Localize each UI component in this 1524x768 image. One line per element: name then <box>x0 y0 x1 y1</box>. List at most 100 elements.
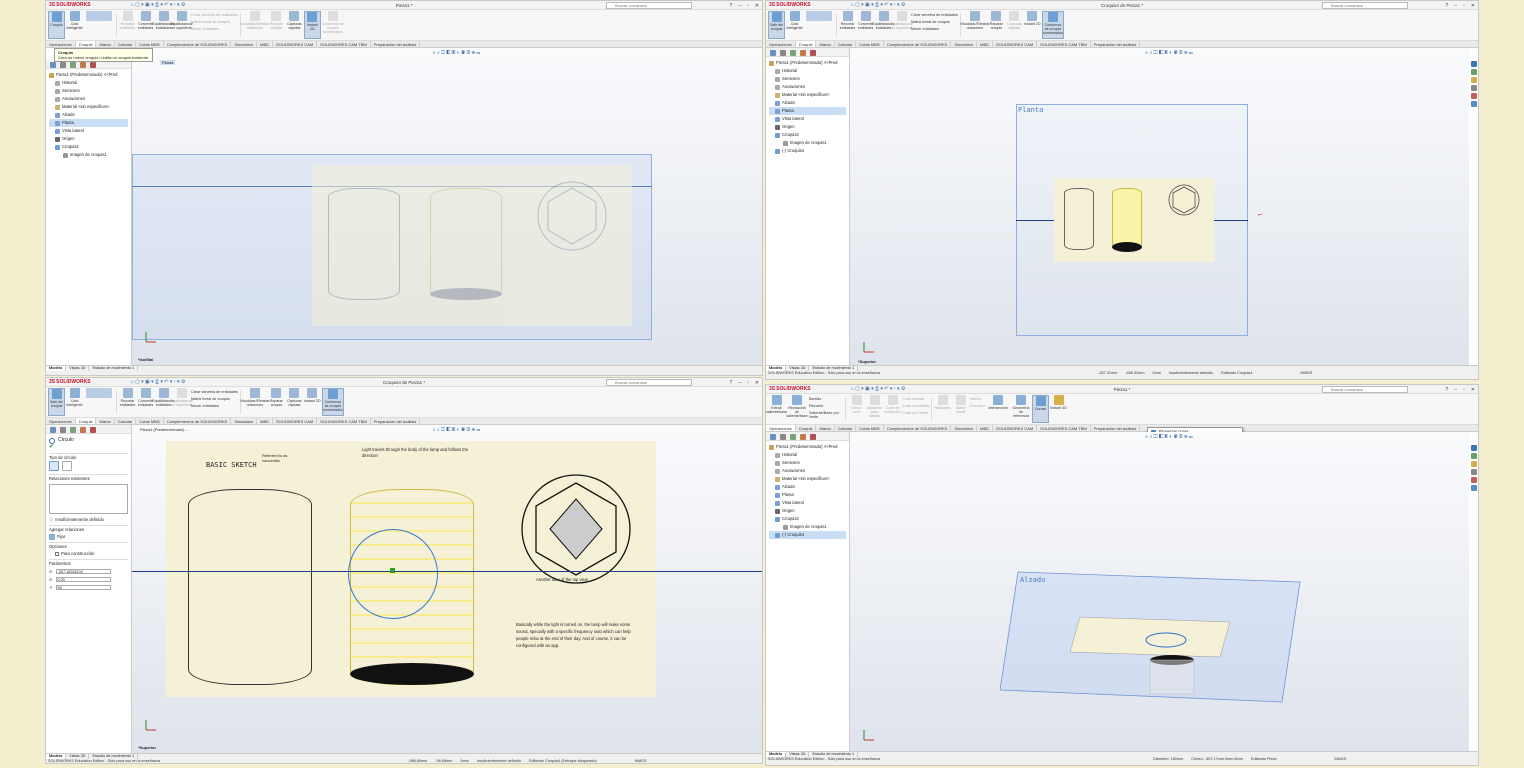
tab-simulation[interactable]: Simulation <box>951 425 978 431</box>
tab-vistas-3d[interactable]: Vistas 3D <box>66 366 90 371</box>
graphics-area[interactable]: Pieza1 (Predeterminado) ... ⌕ ⌕ ◫ ◧ ▣ ◐ … <box>132 425 762 753</box>
tab-modelo[interactable]: Modelo <box>46 366 67 371</box>
tab-cotas-mbd[interactable]: Cotas MBD <box>136 41 164 47</box>
tree-item-alzado[interactable]: Alzado <box>49 111 128 119</box>
center-y-input[interactable]: 0.00 <box>55 577 111 582</box>
tree-item-sketch[interactable]: Croquis3 <box>769 515 846 523</box>
tree-item-annotations[interactable]: Anotaciones <box>49 95 128 103</box>
quick-access-toolbar[interactable]: ⌂ ▢ ▾ ▣ ▾ ⎙ ▾ ↶ ▾ ▫ ▾ ⚙ <box>131 379 186 385</box>
units-button[interactable]: MMGS <box>1335 757 1347 762</box>
quick-snaps-button[interactable]: Capturas rápidas <box>1006 11 1023 39</box>
tab-cotas-mbd[interactable]: Cotas MBD <box>856 425 884 431</box>
relations-list[interactable] <box>49 484 128 514</box>
tab-marca[interactable]: Marca <box>816 425 835 431</box>
graphics-area[interactable]: ⌕ ⌕ ◫ ◧ ▣ ◐ ◉ ◍ ⊕ ▭ Alzado <box>850 432 1469 751</box>
solidworks-logo[interactable]: 3SSOLIDWORKS <box>46 2 91 8</box>
graphics-area[interactable]: ⌕ ⌕ ◫ ◧ ▣ ◐ ◉ ◍ ⊕ ▭ Planta *Isofilial <box>132 48 762 365</box>
relations-button[interactable]: Visualizar/Eliminar relaciones <box>240 11 270 39</box>
tree-item-sensors[interactable]: Sensores <box>769 75 846 83</box>
tab-cam[interactable]: SOLIDWORKS CAM <box>993 425 1038 431</box>
repair-button[interactable]: Reparar croquis <box>988 11 1005 39</box>
isometric-plane[interactable] <box>1000 562 1310 712</box>
tab-marca[interactable]: Marca <box>96 41 115 47</box>
smart-dimension-button[interactable]: Cota inteligente <box>66 11 83 39</box>
feature-list[interactable]: Nervio Envolver <box>970 395 985 423</box>
sketch-button[interactable]: Croquis <box>48 11 65 39</box>
tab-cam[interactable]: SOLIDWORKS CAM <box>273 41 318 47</box>
sketch-image[interactable] <box>312 166 632 326</box>
tree-item-lateral[interactable]: Vista lateral <box>769 499 846 507</box>
trim-button[interactable]: Recortar entidades <box>839 11 856 39</box>
tab-simulation[interactable]: Simulation <box>231 418 258 424</box>
search-input[interactable]: Buscar comandos <box>1322 386 1408 393</box>
tree-item-history[interactable]: Historial <box>769 451 846 459</box>
tab-preparacion[interactable]: Preparación del análisis <box>1091 425 1141 431</box>
tab-mbd[interactable]: MBD <box>977 41 993 47</box>
planta-flyout[interactable]: Planta <box>160 60 176 65</box>
offset-surface-button[interactable]: Equidistanciar en superficie <box>170 11 193 39</box>
tab-complementos[interactable]: Complementos de SOLIDWORKS <box>164 41 232 47</box>
tab-operaciones[interactable]: Operaciones <box>766 425 796 431</box>
instant2d-button[interactable]: Instant 2D <box>1024 11 1041 39</box>
revolve-boss-button[interactable]: Revolución de saliente/base <box>786 395 808 423</box>
tab-operaciones[interactable]: Operaciones <box>46 418 76 424</box>
solidworks-logo[interactable]: 3SSOLIDWORKS <box>46 379 91 385</box>
construction-checkbox[interactable]: Para construcción <box>49 550 128 557</box>
shaded-contours-button[interactable]: Contornos de croquis sombreados <box>322 11 344 39</box>
tab-simulation[interactable]: Simulation <box>951 41 978 47</box>
instant2d-button[interactable]: Instant 2D <box>304 388 321 416</box>
section-parameters[interactable]: Parámetros <box>49 559 128 567</box>
quick-access-toolbar[interactable]: ⌂ ▢ ▾ ▣ ▾ ⎙ ▾ ↶ ▾ ▫ ▾ ⚙ <box>131 2 186 8</box>
intersect-button[interactable]: Intersección <box>986 395 1010 423</box>
tab-cam[interactable]: SOLIDWORKS CAM <box>273 418 318 424</box>
window-controls[interactable]: ? – ▫ ✕ <box>1445 1 1475 10</box>
shaded-contours-button[interactable]: Contornos de croquis sombreados <box>321 388 344 416</box>
tab-marca[interactable]: Marca <box>816 41 835 47</box>
tree-item-part[interactable]: Pieza1 (Predeterminado) <<Pred <box>49 71 128 79</box>
tab-estudio[interactable]: Estudio de movimiento 1 <box>89 366 139 371</box>
tree-item-croquis4[interactable]: (-) Croquis4 <box>769 531 846 539</box>
tree-item-annotations[interactable]: Anotaciones <box>769 467 846 475</box>
repair-button[interactable]: Reparar croquis <box>268 388 285 416</box>
search-input[interactable]: Buscar comandos <box>606 2 692 9</box>
tree-item-alzado[interactable]: Alzado <box>769 483 846 491</box>
search-input[interactable]: Buscar comandos <box>606 379 692 386</box>
section-options[interactable]: Opciones <box>49 542 128 550</box>
sketch-tools[interactable] <box>84 11 114 39</box>
sketch-tools[interactable] <box>804 11 834 39</box>
units-button[interactable]: MMGS <box>635 759 647 763</box>
tab-calcular[interactable]: Calcular <box>835 41 857 47</box>
view-toolbar[interactable]: ⌕ ⌕ ◫ ◧ ▣ ◐ ◉ ◍ ⊕ ▭ <box>1145 434 1192 440</box>
reference-geometry-button[interactable]: Geometría de referencia <box>1011 395 1031 423</box>
tab-cotas-mbd[interactable]: Cotas MBD <box>136 418 164 424</box>
linear-pattern-button[interactable]: Matriz lineal <box>952 395 969 423</box>
tab-complementos[interactable]: Complementos de SOLIDWORKS <box>164 418 232 424</box>
tab-croquis[interactable]: Croquis <box>796 425 817 431</box>
quick-snaps-button[interactable]: Capturas rápidas <box>286 388 303 416</box>
fm-tabs[interactable] <box>766 432 849 441</box>
tree-item-image[interactable]: Imagen de croquis1 <box>49 151 128 159</box>
tree-item-part[interactable]: Pieza1 (Predeterminado) <<Pred <box>769 443 846 451</box>
shaded-contours-button[interactable]: Contornos de croquis sombreados <box>1041 11 1064 39</box>
repair-button[interactable]: Reparar croquis <box>268 11 285 39</box>
quick-snaps-button[interactable]: Capturas rápidas <box>286 11 303 39</box>
tab-croquis[interactable]: Croquis <box>75 41 97 47</box>
tree-item-origin[interactable]: Origen <box>769 507 846 515</box>
tree-item-image[interactable]: Imagen de croquis1 <box>769 523 846 531</box>
tab-calcular[interactable]: Calcular <box>115 41 137 47</box>
circle-center-point[interactable] <box>390 568 395 573</box>
center-circle-icon[interactable] <box>49 461 59 471</box>
tree-item-origin[interactable]: Origen <box>49 135 128 143</box>
tree-item-planta[interactable]: Planta <box>769 107 846 115</box>
tree-item-planta[interactable]: Planta <box>769 491 846 499</box>
tab-calcular[interactable]: Calcular <box>835 425 857 431</box>
sketch-tools[interactable] <box>84 388 114 416</box>
tab-complementos[interactable]: Complementos de SOLIDWORKS <box>884 41 952 47</box>
tree-item-material[interactable]: Material <sin especificar> <box>769 91 846 99</box>
view-toolbar[interactable]: ⌕ ⌕ ◫ ◧ ▣ ◐ ◉ ◍ ⊕ ▭ <box>1145 50 1192 56</box>
tab-mbd[interactable]: MBD <box>977 425 993 431</box>
tab-preparacion[interactable]: Preparación del análisis <box>371 418 421 424</box>
tree-item-sketch[interactable]: Croquis3 <box>769 131 846 139</box>
tab-cotas-mbd[interactable]: Cotas MBD <box>856 41 884 47</box>
circle-sketch[interactable] <box>348 529 438 619</box>
